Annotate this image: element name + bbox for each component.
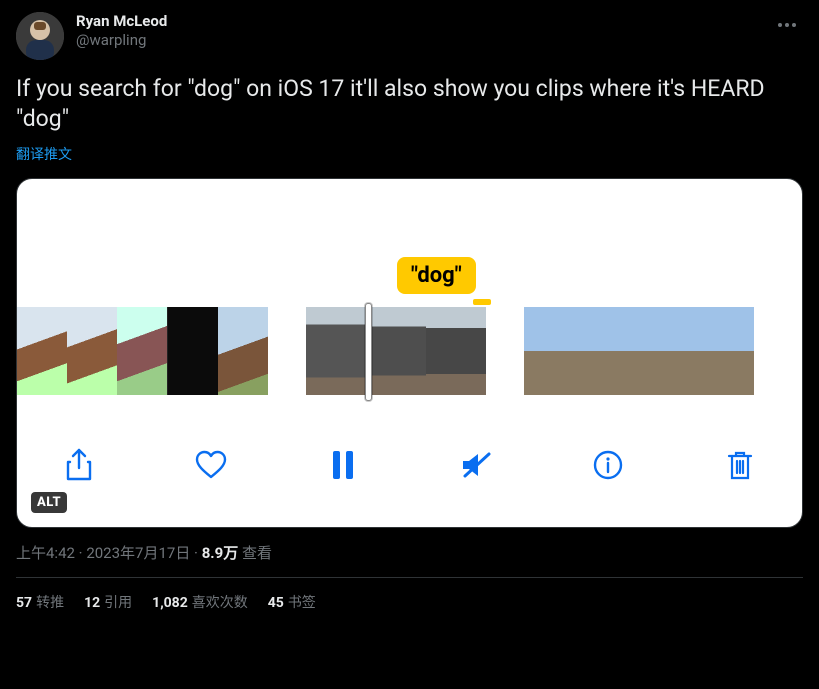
views-label: 查看 <box>238 544 272 562</box>
callout-caret <box>473 299 491 305</box>
timeline-frame <box>17 307 67 395</box>
like-button[interactable] <box>193 447 229 483</box>
timeline-frame <box>167 307 218 395</box>
timeline-frame <box>662 307 708 395</box>
tweet-date[interactable]: 2023年7月17日 <box>86 544 190 562</box>
quotes-stat[interactable]: 12引用 <box>84 592 132 612</box>
pause-button[interactable] <box>325 447 361 483</box>
author-names: Ryan McLeod @warpling <box>76 12 167 50</box>
playhead[interactable] <box>365 303 372 401</box>
timeline-frame <box>570 307 616 395</box>
tweet-header: Ryan McLeod @warpling <box>16 12 803 60</box>
media-controls <box>17 437 802 493</box>
tweet-time[interactable]: 上午4:42 <box>16 544 75 562</box>
alt-badge[interactable]: ALT <box>31 492 67 513</box>
bookmarks-stat[interactable]: 45书签 <box>268 592 316 612</box>
more-button[interactable] <box>771 8 803 38</box>
share-button[interactable] <box>61 447 97 483</box>
clip-group[interactable] <box>17 307 268 395</box>
tweet-text: If you search for "dog" on iOS 17 it'll … <box>16 74 803 134</box>
timeline-frame <box>306 307 366 395</box>
timeline-frame <box>426 307 486 395</box>
views-count: 8.9万 <box>202 544 239 562</box>
delete-button[interactable] <box>722 447 758 483</box>
avatar[interactable] <box>16 12 64 60</box>
timeline-frame <box>708 307 754 395</box>
translate-link[interactable]: 翻译推文 <box>16 144 803 164</box>
tweet: Ryan McLeod @warpling If you search for … <box>0 0 819 616</box>
display-name[interactable]: Ryan McLeod <box>76 12 167 31</box>
video-timeline[interactable] <box>17 307 802 395</box>
likes-stat[interactable]: 1,082喜欢次数 <box>152 592 248 612</box>
timeline-frame <box>366 307 426 395</box>
clip-group[interactable] <box>306 307 486 395</box>
timeline-frame <box>117 307 167 395</box>
timeline-frame <box>616 307 662 395</box>
handle[interactable]: @warpling <box>76 31 167 50</box>
mute-button[interactable] <box>458 447 494 483</box>
tweet-stats: 57转推 12引用 1,082喜欢次数 45书签 <box>16 578 803 612</box>
tweet-meta: 上午4:42 · 2023年7月17日 · 8.9万 查看 <box>16 542 803 563</box>
clip-group[interactable] <box>524 307 754 395</box>
timeline-frame <box>67 307 117 395</box>
timeline-frame <box>524 307 570 395</box>
search-callout: "dog" <box>397 257 476 294</box>
timeline-frame <box>218 307 268 395</box>
info-button[interactable] <box>590 447 626 483</box>
retweets-stat[interactable]: 57转推 <box>16 592 64 612</box>
media-card[interactable]: "dog" <box>16 178 803 528</box>
